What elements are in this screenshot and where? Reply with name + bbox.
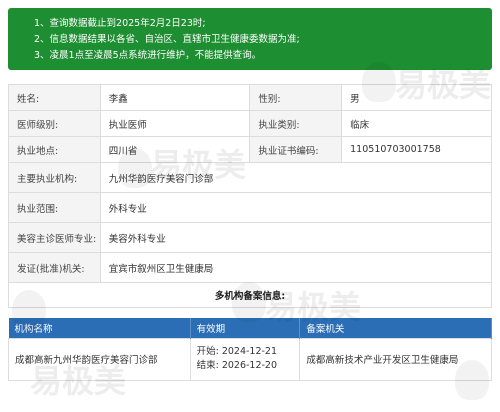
- notice-line-3: 3、凌晨1点至凌晨5点系统进行维护，不能提供查询。: [34, 50, 262, 61]
- scope-label: 执业范围:: [8, 192, 101, 223]
- validity-end: 结束: 2026-12-20: [196, 360, 278, 371]
- institution-header-row: 机构名称 有效期 备案机关: [8, 318, 492, 338]
- cert-value: 110510703001758: [341, 136, 492, 163]
- org-value: 九州华韵医疗美容门诊部: [99, 162, 493, 193]
- issuer-value: 宜宾市叙州区卫生健康局: [99, 252, 493, 283]
- col-header-name: 机构名称: [8, 318, 191, 338]
- level-label: 医师级别:: [8, 110, 101, 137]
- table-row: 成都高新九州华韵医疗美容门诊部 开始: 2024-12-21 结束: 2026-…: [8, 337, 492, 381]
- notice-line-2: 2、信息数据结果以各省、自治区、直辖市卫生健康委数据为准;: [34, 34, 300, 45]
- institution-table: 机构名称 有效期 备案机关 成都高新九州华韵医疗美容门诊部 开始: 2024-1…: [8, 318, 492, 381]
- name-label: 姓名:: [8, 84, 101, 111]
- gender-label: 性别:: [249, 84, 343, 111]
- location-value: 四川省: [99, 136, 251, 163]
- category-value: 临床: [341, 110, 492, 137]
- col-header-validity: 有效期: [190, 318, 301, 338]
- info-row: 多机构备案信息:: [8, 282, 492, 308]
- validity-cell: 开始: 2024-12-21 结束: 2026-12-20: [189, 337, 301, 381]
- notice-line-1: 1、查询数据截止到2025年2月2日23时;: [34, 18, 206, 29]
- org-label: 主要执业机构:: [8, 162, 101, 193]
- cosmetic-value: 美容外科专业: [99, 222, 493, 253]
- validity-start: 开始: 2024-12-21: [196, 346, 278, 357]
- location-label: 执业地点:: [8, 136, 101, 163]
- issuer-label: 发证(批准)机关:: [8, 252, 101, 283]
- institution-authority: 成都高新技术产业开发区卫生健康局: [299, 337, 492, 381]
- category-label: 执业类别:: [249, 110, 343, 137]
- doctor-info-table: 姓名: 李鑫 性别: 男 医师级别: 执业医师 执业类别: 临床 执业地点: 四…: [8, 84, 493, 308]
- gender-value: 男: [341, 84, 492, 111]
- col-header-authority: 备案机关: [299, 318, 492, 338]
- info-row: 美容主诊医师专业: 美容外科专业: [8, 222, 493, 253]
- institution-name: 成都高新九州华韵医疗美容门诊部: [8, 337, 191, 381]
- info-row: 发证(批准)机关: 宜宾市叙州区卫生健康局: [8, 252, 493, 283]
- info-row: 执业地点: 四川省 执业证书编码: 110510703001758: [8, 136, 492, 163]
- info-row: 执业范围: 外科专业: [8, 192, 493, 223]
- info-row: 姓名: 李鑫 性别: 男: [8, 84, 492, 111]
- cert-label: 执业证书编码:: [249, 136, 343, 163]
- cosmetic-label: 美容主诊医师专业:: [8, 222, 101, 253]
- name-value: 李鑫: [99, 84, 251, 111]
- info-row: 医师级别: 执业医师 执业类别: 临床: [8, 110, 492, 137]
- info-row: 主要执业机构: 九州华韵医疗美容门诊部: [8, 162, 493, 193]
- level-value: 执业医师: [99, 110, 251, 137]
- notice-banner: 1、查询数据截止到2025年2月2日23时; 2、信息数据结果以各省、自治区、直…: [8, 8, 492, 70]
- scope-value: 外科专业: [99, 192, 493, 223]
- multi-institution-title: 多机构备案信息:: [8, 282, 492, 308]
